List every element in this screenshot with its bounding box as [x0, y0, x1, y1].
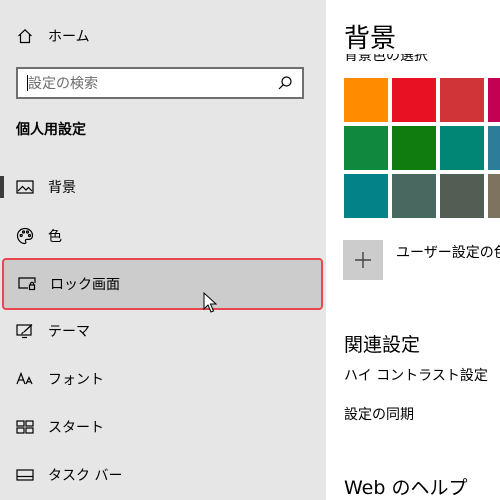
sidebar-item-font[interactable]: フォント	[0, 355, 326, 403]
background-color-subtitle: 背景色の選択	[344, 54, 428, 64]
image-icon	[16, 178, 34, 196]
sync-settings-link[interactable]: 設定の同期	[344, 404, 414, 424]
custom-color-label[interactable]: ユーザー設定の色	[396, 242, 500, 262]
sidebar-item-theme[interactable]: テーマ	[0, 307, 326, 355]
sidebar-item-lock-screen[interactable]: ロック画面	[2, 258, 323, 310]
sidebar-item-label: 色	[48, 229, 62, 245]
color-swatch[interactable]	[344, 78, 388, 122]
sidebar-item-label: スタート	[48, 420, 104, 436]
sidebar-item-background[interactable]: 背景	[0, 163, 326, 211]
sidebar-item-label: テーマ	[48, 324, 90, 340]
search-box[interactable]: 設定の検索	[16, 67, 304, 99]
color-swatch[interactable]	[344, 126, 388, 170]
plus-icon	[355, 252, 371, 268]
section-title: 個人用設定	[16, 122, 86, 138]
page-title: 背景	[344, 24, 397, 54]
add-custom-color-button[interactable]	[343, 240, 383, 280]
search-input[interactable]: 設定の検索	[28, 73, 98, 93]
home-icon	[16, 27, 34, 45]
high-contrast-link[interactable]: ハイ コントラスト設定	[344, 365, 488, 385]
related-settings-title: 関連設定	[344, 334, 421, 356]
home-label: ホーム	[48, 29, 90, 45]
font-icon	[16, 370, 34, 388]
sidebar-item-label: タスク バー	[48, 468, 123, 484]
web-help-title: Web のヘルプ	[344, 477, 468, 499]
color-swatch[interactable]	[440, 126, 484, 170]
color-swatch[interactable]	[344, 174, 388, 218]
color-swatch[interactable]	[488, 78, 500, 122]
sidebar-item-taskbar[interactable]: タスク バー	[0, 451, 326, 499]
sidebar-item-label: フォント	[48, 372, 104, 388]
lock-screen-icon	[18, 275, 36, 293]
color-swatch[interactable]	[392, 78, 436, 122]
text-caret	[27, 75, 28, 91]
search-icon[interactable]	[276, 74, 294, 92]
color-swatch[interactable]	[392, 126, 436, 170]
sidebar-item-color[interactable]: 色	[0, 212, 326, 260]
color-swatch[interactable]	[440, 78, 484, 122]
main-content: 背景 背景色の選択 ユーザー設定の色 関連設定 ハイ コントラスト設定 設定の同…	[326, 0, 500, 500]
color-swatch[interactable]	[392, 174, 436, 218]
mouse-cursor-icon	[203, 291, 218, 314]
sidebar-item-label: ロック画面	[50, 277, 120, 293]
sidebar: ホーム 設定の検索 個人用設定 背景 色 ロック画面 テーマ フォント スタート…	[0, 0, 326, 500]
home-nav[interactable]: ホーム	[0, 12, 326, 60]
color-swatch[interactable]	[440, 174, 484, 218]
sidebar-item-start[interactable]: スタート	[0, 403, 326, 451]
start-icon	[16, 418, 34, 436]
palette-icon	[16, 227, 34, 245]
color-swatch[interactable]	[488, 174, 500, 218]
color-swatch[interactable]	[488, 126, 500, 170]
sidebar-item-label: 背景	[48, 180, 76, 196]
taskbar-icon	[16, 466, 34, 484]
theme-icon	[16, 322, 34, 340]
